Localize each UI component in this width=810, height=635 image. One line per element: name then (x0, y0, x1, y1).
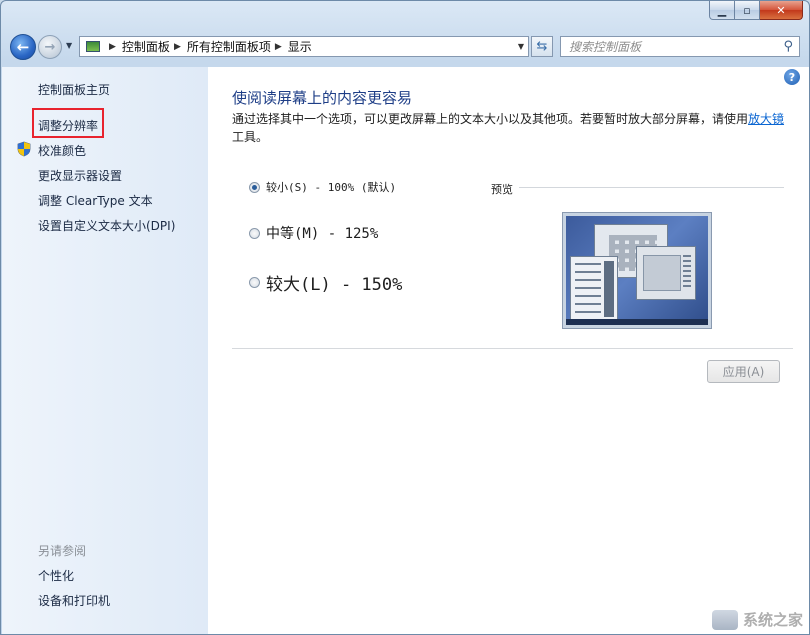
address-dropdown-icon[interactable]: ▼ (518, 42, 524, 51)
breadcrumb-display[interactable]: 显示 (288, 38, 312, 55)
search-icon[interactable]: ⚲ (783, 39, 793, 54)
breadcrumb-all-items[interactable]: 所有控制面板项 (187, 38, 271, 55)
minimize-button[interactable]: ▁ (709, 1, 735, 20)
sidebar-item-adjust-resolution[interactable]: 调整分辨率 (38, 117, 98, 134)
preview-desktop (566, 216, 708, 325)
search-input[interactable] (569, 39, 784, 54)
breadcrumb-separator-icon[interactable]: ▶ (109, 42, 116, 52)
breadcrumb-separator-icon[interactable]: ▶ (275, 42, 282, 52)
maximize-button[interactable]: ▫ (735, 1, 760, 20)
see-also-personalization[interactable]: 个性化 (38, 567, 74, 584)
search-box[interactable]: ⚲ (560, 36, 800, 57)
main-panel: ? 使阅读屏幕上的内容更容易 通过选择其中一个选项，可以更改屏幕上的文本大小以及… (208, 67, 809, 634)
watermark-text: 系统之家 (742, 611, 803, 629)
sidebar-item-cleartype[interactable]: 调整 ClearType 文本 (38, 192, 153, 209)
preview-window-doc (636, 246, 696, 300)
watermark-logo-icon (711, 609, 738, 630)
refresh-icon: ⇆ (536, 39, 548, 54)
radio-larger[interactable] (249, 277, 260, 288)
breadcrumb-separator-icon[interactable]: ▶ (174, 42, 181, 52)
description-tail: 工具。 (232, 130, 269, 144)
help-icon[interactable]: ? (784, 69, 800, 85)
preview-label: 预览 (491, 183, 513, 196)
option-smaller-label[interactable]: 较小(S) - 100% (默认) (266, 179, 396, 195)
option-larger-label[interactable]: 较大(L) - 150% (266, 270, 402, 295)
refresh-button[interactable]: ⇆ (531, 36, 553, 57)
control-panel-icon (86, 41, 100, 52)
apply-button[interactable]: 应用(A) (707, 360, 780, 383)
back-arrow-icon[interactable]: ← (10, 34, 36, 60)
sidebar-item-home[interactable]: 控制面板主页 (38, 81, 110, 98)
control-panel-window: ▁ ▫ ✕ ← → ▼ ▶ 控制面板 ▶ 所有控制面板项 ▶ 显示 ▼ ⇆ ⚲ … (0, 0, 810, 635)
description-text: 通过选择其中一个选项，可以更改屏幕上的文本大小以及其他项。若要暂时放大部分屏幕，… (232, 112, 749, 126)
radio-medium[interactable] (249, 227, 260, 239)
option-smaller[interactable]: 较小(S) - 100% (默认) (249, 179, 396, 195)
caption-buttons: ▁ ▫ ✕ (709, 1, 803, 20)
preview-window-list (570, 256, 618, 322)
breadcrumb-control-panel[interactable]: 控制面板 (122, 38, 170, 55)
sidebar-item-custom-dpi[interactable]: 设置自定义文本大小(DPI) (38, 217, 175, 234)
forward-arrow-icon[interactable]: → (38, 35, 62, 59)
page-description: 通过选择其中一个选项，可以更改屏幕上的文本大小以及其他项。若要暂时放大部分屏幕，… (232, 110, 788, 146)
see-also-devices-printers[interactable]: 设备和打印机 (38, 592, 110, 609)
history-dropdown-icon[interactable]: ▼ (66, 41, 72, 50)
preview-divider (519, 187, 784, 188)
preview-taskbar (566, 319, 708, 325)
option-medium-label[interactable]: 中等(M) - 125% (266, 223, 378, 243)
uac-shield-icon (17, 141, 31, 157)
radio-smaller[interactable] (249, 181, 260, 193)
see-also-heading: 另请参阅 (38, 544, 87, 558)
sidebar-item-calibrate-color[interactable]: 校准颜色 (38, 142, 86, 159)
page-title: 使阅读屏幕上的内容更容易 (232, 89, 413, 107)
section-divider (232, 348, 793, 349)
sidebar: 控制面板主页 调整分辨率 校准颜色 更改显示器设置 调整 ClearType 文… (2, 67, 208, 634)
watermark: 系统之家 (711, 609, 803, 630)
magnifier-link[interactable]: 放大镜 (748, 112, 784, 126)
address-bar[interactable]: ▶ 控制面板 ▶ 所有控制面板项 ▶ 显示 ▼ (79, 36, 529, 57)
close-button[interactable]: ✕ (760, 1, 803, 20)
option-medium[interactable]: 中等(M) - 125% (249, 223, 378, 243)
option-larger[interactable]: 较大(L) - 150% (249, 270, 402, 295)
preview-image (562, 212, 712, 329)
sidebar-item-display-settings[interactable]: 更改显示器设置 (38, 167, 122, 184)
